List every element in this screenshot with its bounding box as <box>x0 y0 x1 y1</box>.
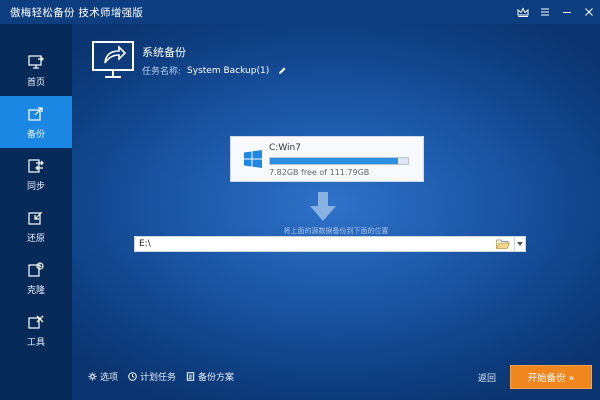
window-controls <box>512 0 600 24</box>
destination-path-value: E:\ <box>139 239 151 249</box>
sidebar-item-label: 工具 <box>26 337 45 348</box>
sidebar-item-label: 同步 <box>26 181 45 192</box>
edit-pencil-icon[interactable] <box>277 66 287 76</box>
app-window: 傲梅轻松备份 技术师增强版 首页 备份 同步 还原 克隆 工具 系统备份 任务名… <box>0 0 600 400</box>
task-name-value: System Backup(1) <box>187 65 270 76</box>
sidebar-item-label: 备份 <box>26 129 45 140</box>
drive-name: C:Win7 <box>269 143 301 153</box>
sidebar-item-backup[interactable]: 备份 <box>0 96 72 148</box>
home-icon <box>28 54 44 69</box>
windows-logo-icon <box>244 150 262 168</box>
system-backup-icon <box>92 41 134 78</box>
sidebar-item-label: 首页 <box>26 77 45 88</box>
sidebar-item-label: 克隆 <box>26 285 45 296</box>
sync-icon <box>28 158 44 173</box>
minimize-icon[interactable] <box>556 0 578 24</box>
arrow-down-icon <box>310 192 336 221</box>
sidebar-item-tools[interactable]: 工具 <box>0 304 72 356</box>
options-label: 选项 <box>100 373 119 383</box>
sidebar: 首页 备份 同步 还原 克隆 工具 <box>0 24 72 400</box>
scheme-link[interactable]: 备份方案 <box>186 370 234 383</box>
drive-usage-bar <box>269 157 409 165</box>
upgrade-crown-icon[interactable] <box>512 0 534 24</box>
task-name-row: 任务名称: System Backup(1) <box>142 64 287 77</box>
sidebar-item-restore[interactable]: 还原 <box>0 200 72 252</box>
start-backup-button[interactable]: 开始备份 » <box>510 365 592 389</box>
back-link[interactable]: 返回 <box>478 371 496 384</box>
schedule-label: 计划任务 <box>140 373 177 383</box>
document-icon <box>186 372 195 381</box>
clock-icon <box>128 372 137 381</box>
gear-icon <box>88 372 97 381</box>
restore-icon <box>28 211 43 225</box>
source-partition-card[interactable]: C:Win7 7.82GB free of 111.79GB <box>230 136 424 182</box>
sidebar-item-label: 还原 <box>26 233 45 244</box>
main-panel: 系统备份 任务名称: System Backup(1) C:Win7 7.82G… <box>72 24 600 400</box>
destination-path-field[interactable]: E:\ <box>134 236 526 252</box>
scheme-label: 备份方案 <box>198 373 235 383</box>
tools-icon <box>28 315 44 329</box>
folder-open-icon[interactable] <box>496 239 510 249</box>
footer-links: 选项 计划任务 备份方案 <box>88 370 244 383</box>
menu-icon[interactable] <box>534 0 556 24</box>
chevron-down-icon <box>517 242 523 246</box>
hint-text: 将上面的源数据备份到下面的位置 <box>283 227 389 235</box>
task-name-label: 任务名称: <box>142 67 182 77</box>
drive-free-space: 7.82GB free of 111.79GB <box>269 168 370 177</box>
destination-dropdown-button[interactable] <box>514 237 525 251</box>
title-bar: 傲梅轻松备份 技术师增强版 <box>0 0 600 24</box>
sidebar-item-clone[interactable]: 克隆 <box>0 252 72 304</box>
sidebar-item-sync[interactable]: 同步 <box>0 148 72 200</box>
options-link[interactable]: 选项 <box>88 370 118 383</box>
drive-usage-fill <box>270 158 399 164</box>
backup-icon <box>28 106 43 121</box>
page-title: 系统备份 <box>142 46 186 59</box>
close-icon[interactable] <box>578 0 600 24</box>
clone-icon <box>28 261 44 277</box>
sidebar-item-home[interactable]: 首页 <box>0 44 72 96</box>
window-title: 傲梅轻松备份 技术师增强版 <box>10 6 144 19</box>
schedule-link[interactable]: 计划任务 <box>128 370 176 383</box>
